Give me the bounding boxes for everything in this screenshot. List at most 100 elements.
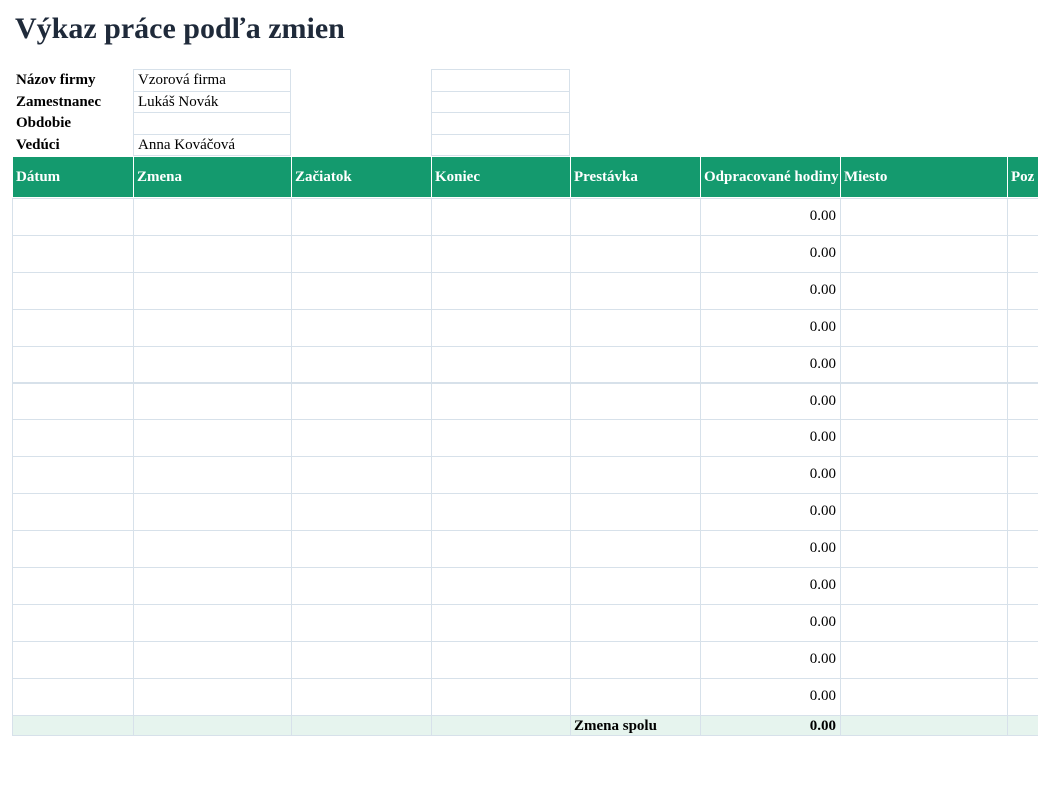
table-cell[interactable] bbox=[1007, 603, 1038, 642]
table-cell[interactable] bbox=[431, 234, 571, 273]
hours-cell[interactable]: 0.00 bbox=[700, 493, 841, 532]
table-cell[interactable] bbox=[431, 198, 571, 236]
table-cell[interactable] bbox=[291, 234, 432, 273]
table-cell[interactable] bbox=[1007, 382, 1038, 421]
table-cell[interactable] bbox=[570, 530, 701, 568]
info-extra-field[interactable] bbox=[431, 112, 570, 135]
table-cell[interactable] bbox=[1007, 530, 1038, 568]
table-cell[interactable] bbox=[570, 382, 701, 421]
table-cell[interactable] bbox=[12, 382, 134, 421]
table-cell[interactable] bbox=[1007, 567, 1038, 605]
table-cell[interactable] bbox=[840, 198, 1008, 236]
table-cell[interactable] bbox=[840, 567, 1008, 605]
table-cell[interactable] bbox=[12, 234, 134, 273]
table-cell[interactable] bbox=[291, 382, 432, 421]
table-cell[interactable] bbox=[12, 493, 134, 532]
table-cell[interactable] bbox=[840, 419, 1008, 458]
table-cell[interactable] bbox=[133, 530, 292, 568]
table-cell[interactable] bbox=[133, 640, 292, 679]
table-cell[interactable] bbox=[133, 234, 292, 273]
table-cell[interactable] bbox=[1007, 493, 1038, 532]
table-cell[interactable] bbox=[431, 456, 571, 495]
hours-cell[interactable]: 0.00 bbox=[700, 345, 841, 384]
table-cell[interactable] bbox=[12, 567, 134, 605]
table-cell[interactable] bbox=[570, 419, 701, 458]
hours-cell[interactable]: 0.00 bbox=[700, 603, 841, 642]
table-cell[interactable] bbox=[431, 677, 571, 716]
table-cell[interactable] bbox=[431, 345, 571, 384]
table-cell[interactable] bbox=[291, 493, 432, 532]
table-cell[interactable] bbox=[431, 567, 571, 605]
info-value-field[interactable]: Vzorová firma bbox=[133, 69, 291, 92]
table-cell[interactable] bbox=[291, 308, 432, 347]
table-cell[interactable] bbox=[133, 382, 292, 421]
info-value-field[interactable] bbox=[133, 112, 291, 135]
hours-cell[interactable]: 0.00 bbox=[700, 640, 841, 679]
info-value-field[interactable]: Anna Kováčová bbox=[133, 133, 291, 156]
table-cell[interactable] bbox=[133, 493, 292, 532]
table-cell[interactable] bbox=[291, 567, 432, 605]
hours-cell[interactable]: 0.00 bbox=[700, 198, 841, 236]
table-cell[interactable] bbox=[570, 603, 701, 642]
table-cell[interactable] bbox=[291, 456, 432, 495]
hours-cell[interactable]: 0.00 bbox=[700, 530, 841, 568]
table-cell[interactable] bbox=[12, 345, 134, 384]
table-cell[interactable] bbox=[133, 308, 292, 347]
info-value-field[interactable]: Lukáš Novák bbox=[133, 90, 291, 113]
hours-cell[interactable]: 0.00 bbox=[700, 456, 841, 495]
table-cell[interactable] bbox=[570, 345, 701, 384]
table-cell[interactable] bbox=[12, 419, 134, 458]
table-cell[interactable] bbox=[431, 419, 571, 458]
table-cell[interactable] bbox=[431, 271, 571, 310]
table-cell[interactable] bbox=[1007, 345, 1038, 384]
hours-cell[interactable]: 0.00 bbox=[700, 677, 841, 716]
info-extra-field[interactable] bbox=[431, 69, 570, 92]
table-cell[interactable] bbox=[291, 198, 432, 236]
table-cell[interactable] bbox=[133, 345, 292, 384]
table-cell[interactable] bbox=[291, 677, 432, 716]
table-cell[interactable] bbox=[291, 640, 432, 679]
table-cell[interactable] bbox=[12, 271, 134, 310]
table-cell[interactable] bbox=[133, 456, 292, 495]
table-cell[interactable] bbox=[12, 603, 134, 642]
table-cell[interactable] bbox=[1007, 419, 1038, 458]
table-cell[interactable] bbox=[12, 640, 134, 679]
table-cell[interactable] bbox=[133, 603, 292, 642]
table-cell[interactable] bbox=[431, 603, 571, 642]
table-cell[interactable] bbox=[570, 308, 701, 347]
hours-cell[interactable]: 0.00 bbox=[700, 308, 841, 347]
hours-cell[interactable]: 0.00 bbox=[700, 271, 841, 310]
table-cell[interactable] bbox=[840, 456, 1008, 495]
table-cell[interactable] bbox=[1007, 198, 1038, 236]
table-cell[interactable] bbox=[1007, 271, 1038, 310]
table-cell[interactable] bbox=[570, 456, 701, 495]
table-cell[interactable] bbox=[431, 308, 571, 347]
table-cell[interactable] bbox=[570, 640, 701, 679]
table-cell[interactable] bbox=[840, 530, 1008, 568]
table-cell[interactable] bbox=[840, 493, 1008, 532]
table-cell[interactable] bbox=[133, 677, 292, 716]
table-cell[interactable] bbox=[840, 345, 1008, 384]
table-cell[interactable] bbox=[12, 308, 134, 347]
hours-cell[interactable]: 0.00 bbox=[700, 567, 841, 605]
table-cell[interactable] bbox=[431, 640, 571, 679]
table-cell[interactable] bbox=[12, 530, 134, 568]
table-cell[interactable] bbox=[133, 419, 292, 458]
table-cell[interactable] bbox=[840, 382, 1008, 421]
table-cell[interactable] bbox=[12, 198, 134, 236]
table-cell[interactable] bbox=[133, 198, 292, 236]
table-cell[interactable] bbox=[1007, 234, 1038, 273]
table-cell[interactable] bbox=[291, 419, 432, 458]
table-cell[interactable] bbox=[840, 308, 1008, 347]
hours-cell[interactable]: 0.00 bbox=[700, 419, 841, 458]
table-cell[interactable] bbox=[840, 234, 1008, 273]
info-extra-field[interactable] bbox=[431, 90, 570, 113]
table-cell[interactable] bbox=[291, 530, 432, 568]
table-cell[interactable] bbox=[570, 271, 701, 310]
table-cell[interactable] bbox=[570, 677, 701, 716]
table-cell[interactable] bbox=[431, 493, 571, 532]
table-cell[interactable] bbox=[431, 382, 571, 421]
table-cell[interactable] bbox=[1007, 640, 1038, 679]
table-cell[interactable] bbox=[12, 456, 134, 495]
table-cell[interactable] bbox=[840, 677, 1008, 716]
